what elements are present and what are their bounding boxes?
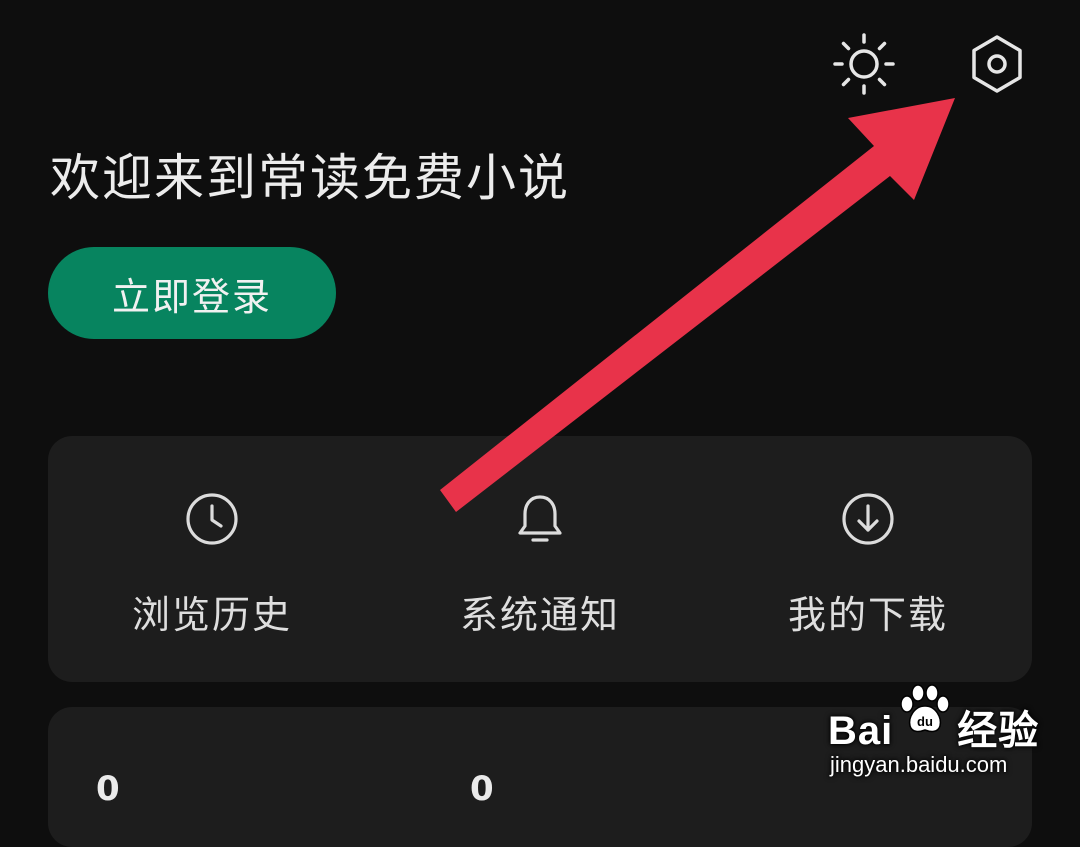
browse-history-item[interactable]: 浏览历史 [48, 436, 376, 682]
settings-button[interactable] [963, 30, 1031, 98]
clock-icon [181, 488, 243, 550]
login-button[interactable]: 立即登录 [48, 247, 336, 339]
theme-toggle-button[interactable] [830, 30, 898, 98]
system-notification-item[interactable]: 系统通知 [376, 436, 704, 682]
welcome-title: 欢迎来到常读免费小说 [50, 149, 570, 207]
bell-icon [509, 488, 571, 550]
my-downloads-item[interactable]: 我的下载 [704, 436, 1032, 682]
hexagon-gear-icon [972, 35, 1022, 93]
download-circle-icon [837, 488, 899, 550]
stat-value[interactable]: 0 [470, 769, 494, 809]
sun-icon [833, 33, 895, 95]
my-downloads-label: 我的下载 [787, 593, 948, 637]
stats-card: 0 0 [48, 707, 1032, 847]
stat-value[interactable]: 0 [96, 769, 120, 809]
quick-actions-card: 浏览历史 系统通知 我的下载 [48, 436, 1032, 682]
browse-history-label: 浏览历史 [131, 593, 292, 637]
system-notification-label: 系统通知 [459, 593, 620, 637]
